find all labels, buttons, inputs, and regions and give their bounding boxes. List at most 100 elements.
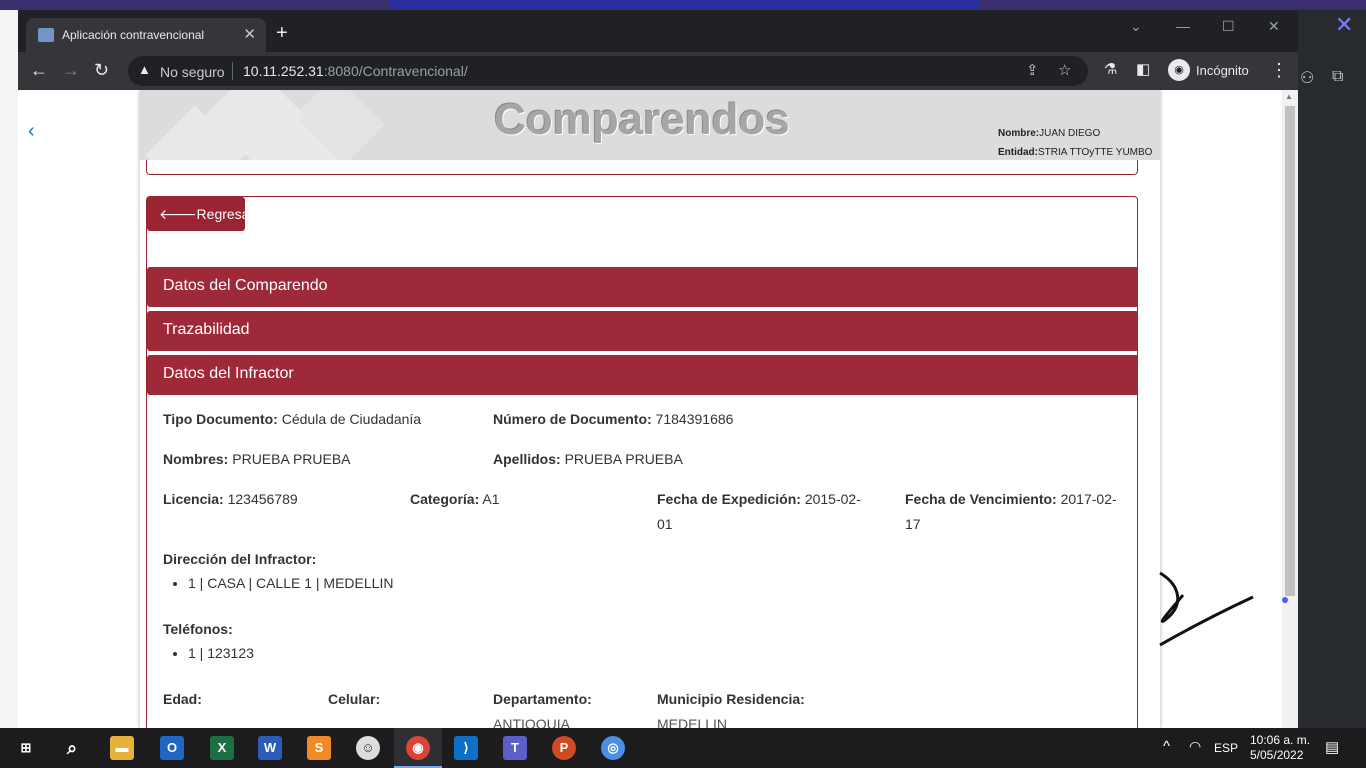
warning-icon: ▲ xyxy=(138,62,151,77)
field-apellidos: Apellidos: PRUEBA PRUEBA xyxy=(493,451,683,467)
background-app-edge-right: ⚇ ⧉ xyxy=(1298,10,1366,728)
menu-dots-icon[interactable]: ⋮ xyxy=(1270,60,1288,81)
app-avatar-icon[interactable]: ☺ xyxy=(356,736,380,760)
background-window-edge xyxy=(390,0,980,10)
labs-flask-icon[interactable]: ⚗ xyxy=(1104,60,1117,78)
entidad-value: STRIA TTOyTTE YUMBO xyxy=(1038,147,1153,158)
entidad-label: Entidad: xyxy=(998,147,1038,158)
forward-arrow-icon[interactable]: → xyxy=(62,60,80,81)
section-datos-comparendo[interactable]: Datos del Comparendo xyxy=(147,267,1138,307)
previous-box-edge xyxy=(146,160,1138,175)
minimize-icon[interactable]: — xyxy=(1176,18,1190,34)
back-arrow-icon[interactable]: ← xyxy=(30,60,48,81)
url-text: 10.11.252.31:8080/Contravencional/ xyxy=(243,63,468,79)
url-path: :8080/Contravencional/ xyxy=(323,63,468,79)
scroll-up-icon[interactable]: ▲ xyxy=(1285,92,1293,101)
new-tab-icon[interactable]: + xyxy=(276,22,288,45)
reload-icon[interactable]: ↻ xyxy=(94,60,109,81)
word-icon[interactable]: W xyxy=(258,736,282,760)
field-fecha-vencimiento: Fecha de Vencimiento: 2017-02-17 xyxy=(905,491,1117,532)
section-datos-infractor[interactable]: Datos del Infractor xyxy=(147,355,1138,395)
clock-time: 10:06 a. m. xyxy=(1250,733,1311,747)
nombre-value: JUAN DIEGO xyxy=(1039,128,1101,139)
field-tipo-documento: Tipo Documento: Cédula de Ciudadanía xyxy=(163,411,422,427)
network-icon[interactable]: ◠ xyxy=(1189,738,1201,755)
clock-date: 5/05/2022 xyxy=(1250,748,1304,762)
file-explorer-icon[interactable]: ▬ xyxy=(110,736,134,760)
tab-title: Aplicación contravencional xyxy=(62,28,205,42)
field-nombres: Nombres: PRUEBA PRUEBA xyxy=(163,451,351,467)
powerpoint-icon[interactable]: P xyxy=(552,736,576,760)
telefonos-list: 1 | 123123 xyxy=(163,645,254,661)
popout-icon: ⧉ xyxy=(1332,68,1344,85)
chrome-icon[interactable]: ◉ xyxy=(406,736,430,760)
taskbar: ⊞ ⌕ ▬ O X W S ☺ ◉ ⟩ T P ◎ ^ ◠ ESP 10:06 … xyxy=(0,728,1366,768)
field-edad: Edad: xyxy=(163,691,202,707)
page-scrollbar[interactable]: ▲ xyxy=(1282,90,1298,728)
tab-strip: Aplicación contravencional ✕ + ⌄ — ☐ ✕ xyxy=(18,10,1298,52)
field-licencia: Licencia: 123456789 xyxy=(163,491,298,507)
field-municipio: Municipio Residencia: MEDELLIN xyxy=(657,691,805,728)
nombre-label: Nombre: xyxy=(998,128,1040,139)
field-celular: Celular: xyxy=(328,691,381,707)
people-add-icon: ⚇ xyxy=(1300,70,1315,87)
page-scroll-thumb[interactable] xyxy=(1285,106,1295,596)
browser-window: Aplicación contravencional ✕ + ⌄ — ☐ ✕ ←… xyxy=(18,10,1298,728)
url-host: 10.11.252.31 xyxy=(243,63,324,79)
close-tab-icon[interactable]: ✕ xyxy=(243,25,256,43)
page-title: Comparendos xyxy=(494,95,790,144)
background-app-edge xyxy=(0,10,27,728)
vscode-icon[interactable]: ⟩ xyxy=(454,736,478,760)
section-title: Datos del Infractor xyxy=(163,365,294,382)
incognito-label: Incógnito xyxy=(1196,63,1249,78)
user-info: Nombre:JUAN DIEGO Entidad:STRIA TTOyTTE … xyxy=(998,124,1152,160)
direccion-list: 1 | CASA | CALLE 1 | MEDELLIN xyxy=(163,575,393,591)
teams-icon[interactable]: T xyxy=(503,736,527,760)
security-label: No seguro xyxy=(160,64,225,80)
maximize-icon[interactable]: ☐ xyxy=(1222,18,1235,35)
section-title: Trazabilidad xyxy=(163,321,250,338)
field-categoria: Categoría: A1 xyxy=(410,491,500,507)
close-window-icon[interactable]: ✕ xyxy=(1268,18,1280,35)
sublime-text-icon[interactable]: S xyxy=(307,736,331,760)
section-title: Datos del Comparendo xyxy=(163,277,328,294)
windows-start-icon[interactable]: ⊞ xyxy=(14,736,38,760)
address-bar[interactable]: ▲ No seguro 10.11.252.31:8080/Contravenc… xyxy=(128,56,1088,86)
regresar-label: Regresar xyxy=(196,206,255,222)
tray-chevron-icon[interactable]: ^ xyxy=(1163,738,1170,755)
search-icon[interactable]: ⌕ xyxy=(60,736,84,760)
list-item: 1 | 123123 xyxy=(188,645,254,661)
header-banner: Comparendos Nombre:JUAN DIEGO Entidad:ST… xyxy=(140,90,1160,160)
clock[interactable]: 10:06 a. m. 5/05/2022 xyxy=(1250,733,1310,763)
browser-toolbar: ← → ↻ ▲ No seguro 10.11.252.31:8080/Cont… xyxy=(18,52,1298,90)
arrow-left-icon: 🡐 xyxy=(159,206,197,222)
share-icon[interactable]: ⇪ xyxy=(1026,61,1039,79)
content-panel: ▲ 🡐Regresar Datos del Comparendo Trazabi… xyxy=(146,160,1138,728)
chrome-secondary-icon[interactable]: ◎ xyxy=(601,736,625,760)
indicator-dot xyxy=(1282,597,1288,603)
side-panel-icon[interactable]: ◧ xyxy=(1136,60,1150,78)
app-page: Comparendos Nombre:JUAN DIEGO Entidad:ST… xyxy=(140,90,1160,728)
favicon-icon xyxy=(38,28,54,42)
page-viewport: ‹ Comparendos Nombre:JUAN DIEGO Entidad:… xyxy=(18,90,1298,728)
field-fecha-expedicion: Fecha de Expedición: 2015-02-01 xyxy=(657,491,861,532)
star-icon[interactable]: ☆ xyxy=(1058,61,1071,79)
chevron-left-icon[interactable]: ‹ xyxy=(28,120,35,143)
tab-search-chevron-icon[interactable]: ⌄ xyxy=(1130,18,1142,35)
outlook-icon[interactable]: O xyxy=(160,736,184,760)
field-telefonos-label: Teléfonos: xyxy=(163,621,233,637)
field-numero-documento: Número de Documento: 7184391686 xyxy=(493,411,734,427)
field-direccion-label: Dirección del Infractor: xyxy=(163,551,317,567)
incognito-icon: ◉ xyxy=(1168,59,1190,81)
regresar-button[interactable]: 🡐Regresar xyxy=(147,197,254,231)
field-departamento: Departamento: ANTIOQUIA xyxy=(493,691,592,728)
background-close-icon: ✕ xyxy=(1335,12,1354,37)
notifications-icon[interactable]: ▤ xyxy=(1325,738,1339,756)
language-indicator[interactable]: ESP xyxy=(1214,741,1238,755)
excel-icon[interactable]: X xyxy=(210,736,234,760)
detail-box: 🡐Regresar Datos del Comparendo Trazabili… xyxy=(146,196,1138,728)
list-item: 1 | CASA | CALLE 1 | MEDELLIN xyxy=(188,575,393,591)
signature-drawing xyxy=(1159,571,1254,647)
section-trazabilidad[interactable]: Trazabilidad xyxy=(147,311,1138,351)
browser-tab[interactable]: Aplicación contravencional ✕ xyxy=(26,18,266,52)
